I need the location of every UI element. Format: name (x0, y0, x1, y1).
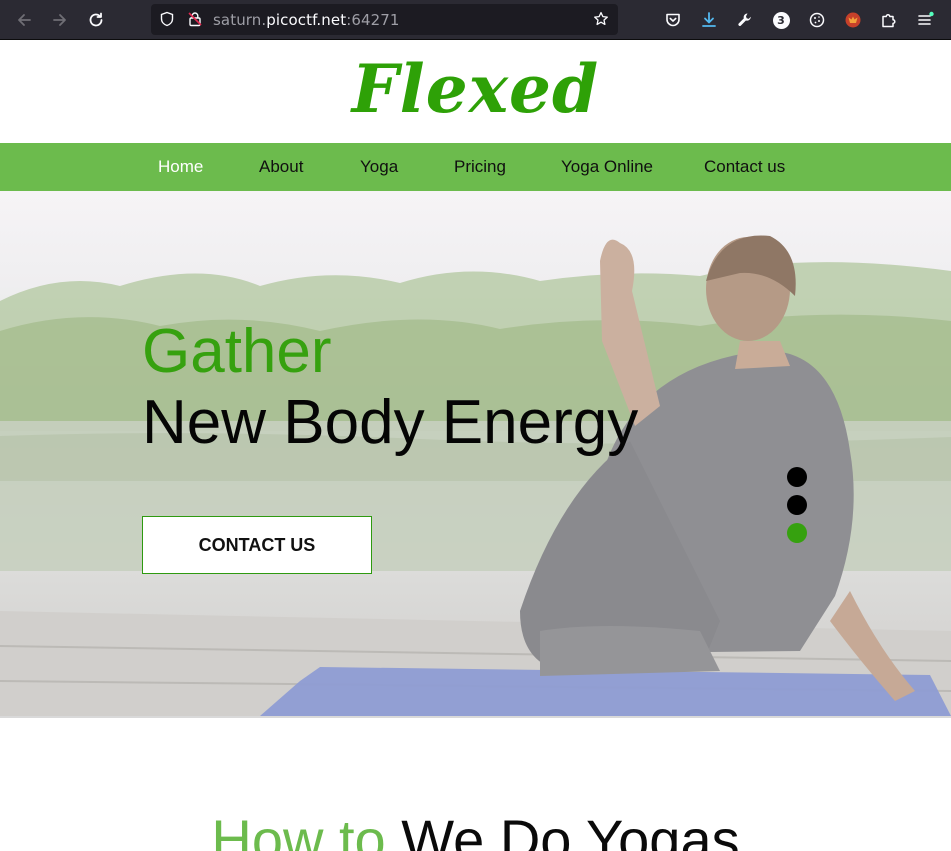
addon-fox-icon (845, 12, 861, 28)
puzzle-icon (882, 13, 896, 28)
site-header: Flexed (0, 40, 951, 143)
pocket-button[interactable] (659, 6, 687, 34)
nav-pricing[interactable]: Pricing (454, 157, 506, 177)
address-bar[interactable]: saturn.picoctf.net:64271 (151, 4, 618, 35)
nav-about[interactable]: About (259, 157, 303, 177)
forward-button[interactable] (46, 6, 74, 34)
extension-badge-button[interactable]: 3 (767, 6, 795, 34)
hero-banner: Gather New Body Energy CONTACT US (0, 191, 951, 716)
arrow-left-icon (18, 14, 31, 26)
section-heading-main: We Do Yogas (401, 808, 740, 851)
url-host-main: picoctf.net (266, 11, 347, 29)
slide-dot-2[interactable] (787, 495, 807, 515)
arrow-right-icon (53, 14, 66, 26)
extensions-button[interactable] (875, 6, 903, 34)
browser-toolbar: saturn.picoctf.net:64271 3 (0, 0, 951, 40)
section-heading-highlight: How to (211, 808, 386, 851)
slide-dot-1[interactable] (787, 467, 807, 487)
wrench-icon (738, 13, 751, 27)
nav-contact-us[interactable]: Contact us (704, 157, 785, 177)
download-icon (702, 12, 716, 27)
web-page: Flexed Home About Yoga Pricing Yoga Onli… (0, 40, 951, 851)
back-button[interactable] (10, 6, 38, 34)
site-logo[interactable]: Flexed (0, 50, 951, 128)
nav-yoga[interactable]: Yoga (360, 157, 398, 177)
downloads-button[interactable] (695, 6, 723, 34)
bookmark-star-icon[interactable] (592, 10, 610, 28)
url-port: :64271 (346, 11, 400, 29)
badge-count: 3 (772, 11, 790, 29)
devtools-button[interactable] (731, 6, 759, 34)
url-host-prefix: saturn. (213, 11, 267, 29)
reload-icon (89, 12, 103, 27)
shield-icon[interactable] (158, 10, 176, 28)
pocket-icon (666, 13, 680, 27)
cookie-icon (809, 12, 825, 28)
addon-button[interactable] (839, 6, 867, 34)
hero-divider (0, 716, 951, 718)
slide-dot-3-active[interactable] (787, 523, 807, 543)
cookie-extension-button[interactable] (803, 6, 831, 34)
nav-yoga-online[interactable]: Yoga Online (561, 157, 653, 177)
hero-title-main: New Body Energy (142, 388, 639, 457)
app-menu-button[interactable] (911, 6, 939, 34)
section-heading: How to We Do Yogas (0, 807, 951, 851)
hamburger-menu-icon (918, 11, 934, 25)
main-navigation: Home About Yoga Pricing Yoga Online Cont… (0, 143, 951, 191)
nav-home[interactable]: Home (158, 157, 203, 177)
reload-button[interactable] (82, 6, 110, 34)
insecure-lock-icon[interactable] (186, 10, 204, 28)
url-text[interactable]: saturn.picoctf.net:64271 (213, 11, 400, 29)
hero-title-highlight: Gather (142, 317, 332, 386)
contact-us-cta-button[interactable]: CONTACT US (142, 516, 372, 574)
